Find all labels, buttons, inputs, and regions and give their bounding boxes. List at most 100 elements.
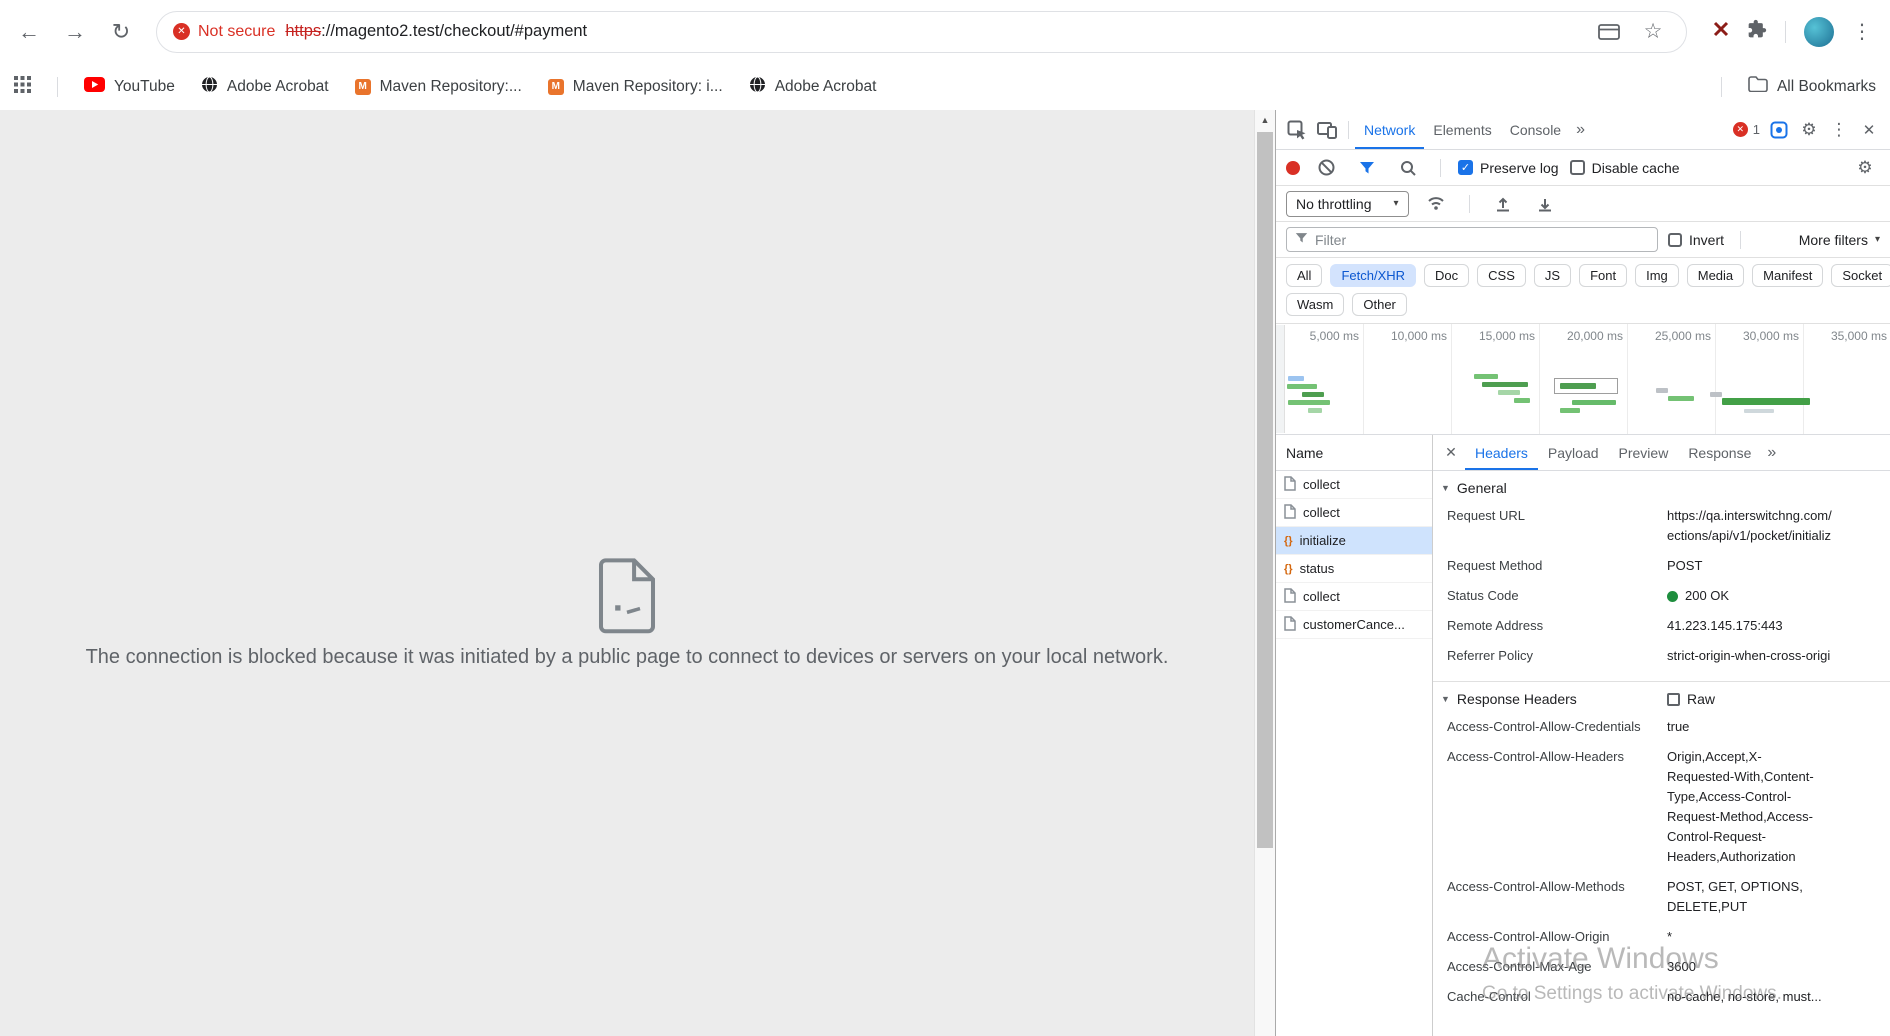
overview-scrollbar [1276, 325, 1285, 433]
bookmark-item-maven-1[interactable]: M Maven Repository:... [355, 78, 522, 96]
general-row: Request Method POST [1433, 551, 1890, 581]
record-network-log-button[interactable] [1286, 161, 1300, 175]
name-column-header[interactable]: Name [1276, 435, 1432, 471]
inspect-element-icon[interactable] [1282, 115, 1312, 145]
chip-other[interactable]: Other [1352, 293, 1407, 316]
throttling-row: No throttling ▾ [1276, 186, 1890, 222]
more-tabs-icon[interactable]: » [1570, 121, 1591, 139]
clear-network-log-icon[interactable] [1311, 153, 1341, 183]
general-section-header[interactable]: ▼ General [1433, 471, 1890, 501]
chip-css[interactable]: CSS [1477, 264, 1526, 287]
header-value: POST [1667, 556, 1886, 576]
close-details-icon[interactable]: ✕ [1437, 444, 1465, 461]
tab-elements[interactable]: Elements [1424, 110, 1500, 149]
forward-button[interactable]: → [54, 11, 96, 53]
scrollbar-thumb[interactable] [1257, 132, 1273, 848]
devtools-menu-icon[interactable]: ⋮ [1824, 115, 1854, 145]
request-name: collect [1303, 477, 1340, 492]
invert-label: Invert [1689, 232, 1724, 248]
bookmark-item-youtube[interactable]: YouTube [84, 77, 175, 97]
scrollbar-up-icon[interactable]: ▲ [1255, 115, 1275, 125]
bookmark-item-maven-2[interactable]: M Maven Repository: i... [548, 78, 723, 96]
device-toolbar-icon[interactable] [1312, 115, 1342, 145]
tab-preview[interactable]: Preview [1609, 435, 1679, 470]
timeline-label: 20,000 ms [1567, 329, 1623, 343]
tab-headers[interactable]: Headers [1465, 435, 1538, 470]
preserve-log-checkbox[interactable]: ✓ [1458, 160, 1473, 175]
omnibox[interactable]: ✕ Not secure https://magento2.test/check… [156, 11, 1687, 53]
request-row[interactable]: collect [1276, 583, 1432, 611]
filter-input-box[interactable] [1286, 227, 1658, 252]
network-overview[interactable]: 5,000 ms 10,000 ms 15,000 ms 20,000 ms 2… [1276, 324, 1890, 435]
devtools-close-icon[interactable]: ✕ [1854, 115, 1884, 145]
request-row[interactable]: customerCance... [1276, 611, 1432, 639]
chip-all[interactable]: All [1286, 264, 1322, 287]
bookmarks-divider [57, 77, 58, 97]
bookmark-item-acrobat-2[interactable]: Adobe Acrobat [749, 76, 877, 98]
search-icon[interactable] [1393, 153, 1423, 183]
profile-avatar[interactable] [1804, 17, 1834, 47]
triangle-down-icon: ▼ [1441, 694, 1450, 704]
apps-grid-icon[interactable] [14, 76, 31, 98]
chip-wasm[interactable]: Wasm [1286, 293, 1344, 316]
bookmark-star-icon[interactable]: ☆ [1636, 19, 1670, 44]
filter-toggle-icon[interactable] [1352, 153, 1382, 183]
chip-fetch-xhr[interactable]: Fetch/XHR [1330, 264, 1416, 287]
network-settings-icon[interactable]: ⚙ [1850, 153, 1880, 183]
request-row[interactable]: {} initialize [1276, 527, 1432, 555]
content-area: The connection is blocked because it was… [0, 110, 1890, 1036]
request-row[interactable]: collect [1276, 499, 1432, 527]
export-har-icon[interactable] [1530, 189, 1560, 219]
chip-font[interactable]: Font [1579, 264, 1627, 287]
disable-cache-checkbox[interactable] [1570, 160, 1585, 175]
tab-network[interactable]: Network [1355, 110, 1424, 149]
page-scrollbar[interactable]: ▲ [1254, 110, 1275, 1036]
network-overview-bar [1656, 388, 1668, 393]
chip-doc[interactable]: Doc [1424, 264, 1469, 287]
throttling-select[interactable]: No throttling ▾ [1286, 191, 1409, 217]
invert-checkbox[interactable] [1668, 233, 1682, 247]
security-chip[interactable]: ✕ Not secure [173, 23, 275, 41]
reload-button[interactable]: ↻ [100, 11, 142, 53]
error-counter[interactable]: ✕ 1 [1729, 122, 1764, 137]
document-icon [1284, 616, 1296, 634]
payment-card-icon[interactable] [1592, 24, 1626, 40]
chip-img[interactable]: Img [1635, 264, 1679, 287]
raw-checkbox[interactable] [1667, 693, 1680, 706]
header-value: 41.223.145.175:443 [1667, 616, 1886, 636]
network-overview-bar [1514, 398, 1530, 403]
blocked-page-icon [596, 558, 658, 641]
chip-manifest[interactable]: Manifest [1752, 264, 1823, 287]
blocked-message: The connection is blocked because it was… [0, 646, 1254, 669]
tab-response[interactable]: Response [1678, 435, 1761, 470]
filter-input[interactable] [1315, 232, 1649, 248]
tab-console[interactable]: Console [1501, 110, 1570, 149]
back-button[interactable]: ← [8, 11, 50, 53]
tab-payload[interactable]: Payload [1538, 435, 1609, 470]
all-bookmarks-button[interactable]: All Bookmarks [1748, 76, 1876, 97]
more-detail-tabs-icon[interactable]: » [1761, 444, 1782, 462]
devtools-settings-icon[interactable]: ⚙ [1794, 115, 1824, 145]
extension-action-icon[interactable] [1713, 21, 1729, 42]
browser-menu-icon[interactable]: ⋮ [1852, 19, 1870, 44]
chip-socket[interactable]: Socket [1831, 264, 1890, 287]
header-key: Access-Control-Allow-Headers [1447, 747, 1657, 867]
response-header-row: Access-Control-Allow-Methods POST, GET, … [1433, 872, 1890, 922]
devtools-divider [1440, 159, 1441, 177]
network-log: Name collect collect {} initialize { [1276, 435, 1890, 1036]
extension-panel-icon[interactable] [1764, 115, 1794, 145]
chip-js[interactable]: JS [1534, 264, 1571, 287]
response-headers-section-header[interactable]: ▼ Response Headers Raw [1433, 682, 1890, 712]
request-row[interactable]: {} status [1276, 555, 1432, 583]
headers-panel: ▼ General Request URL https://qa.intersw… [1433, 471, 1890, 1036]
network-conditions-icon[interactable] [1421, 189, 1451, 219]
request-name: status [1300, 561, 1335, 576]
import-har-icon[interactable] [1488, 189, 1518, 219]
bookmark-item-acrobat[interactable]: Adobe Acrobat [201, 76, 329, 98]
chip-media[interactable]: Media [1687, 264, 1744, 287]
extensions-puzzle-icon[interactable] [1747, 19, 1767, 44]
status-ok-dot [1667, 591, 1678, 602]
devtools-divider [1348, 121, 1349, 139]
request-row[interactable]: collect [1276, 471, 1432, 499]
more-filters-button[interactable]: More filters ▾ [1799, 232, 1880, 248]
